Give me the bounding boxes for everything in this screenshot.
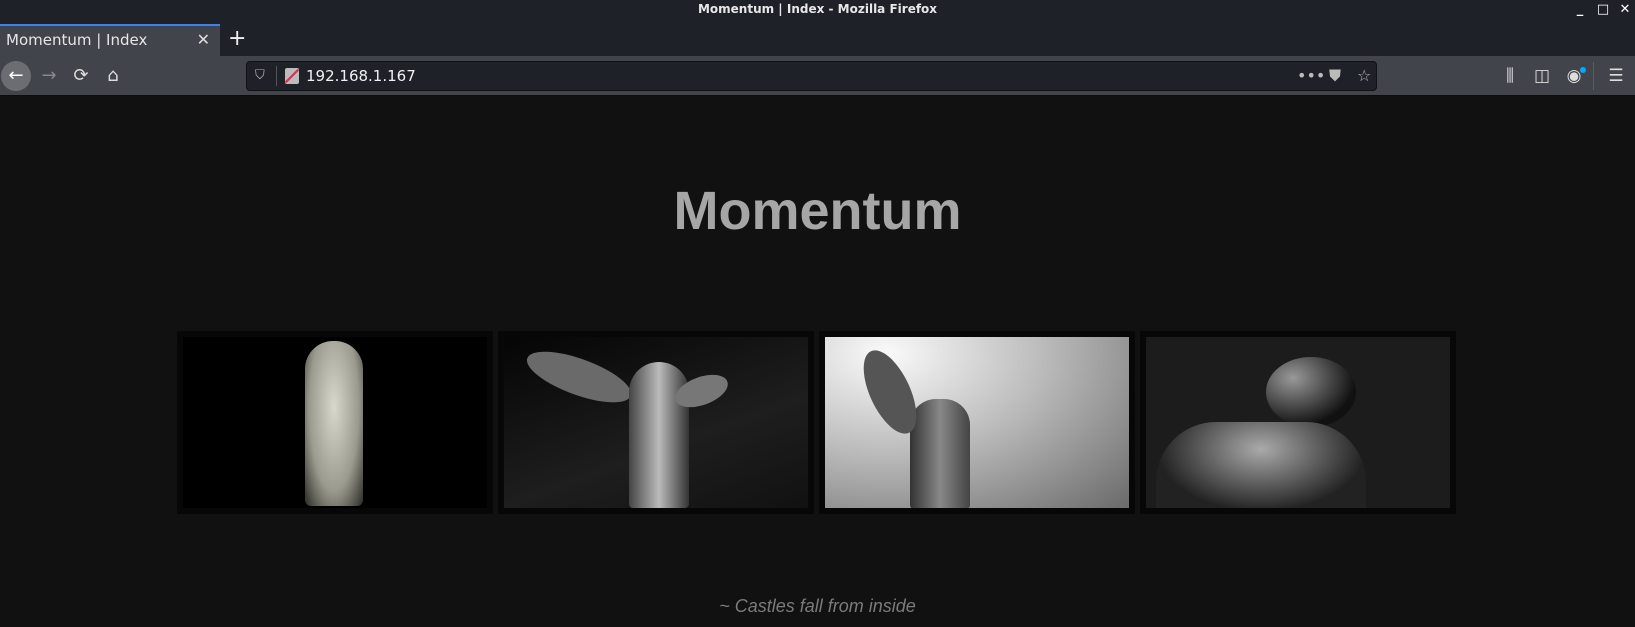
page-title: Momentum [673,181,962,241]
gargoyle-image [183,337,487,508]
gallery-image-3 [819,331,1135,514]
tab-bar: Momentum | Index ✕ + [0,24,1635,56]
insecure-lock-icon[interactable] [285,68,299,84]
statue-silhouette-image [1146,337,1450,508]
back-button[interactable]: ← [1,61,31,91]
sidebar-icon[interactable]: ◫ [1529,61,1555,91]
quote-text: ~ Castles fall from inside [719,596,916,616]
nav-toolbar: ← → ⟳ ⌂ ⛉ 192.168.1.167 ••• ⛊ ☆ ⫼ ◫ ◉ ☰ [0,56,1635,96]
gallery-image-4 [1140,331,1456,514]
window-title: Momentum | Index - Mozilla Firefox [697,2,938,16]
tab-momentum-index[interactable]: Momentum | Index ✕ [0,24,220,56]
shield-icon[interactable]: ⛉ [255,62,271,90]
account-icon[interactable]: ◉ [1561,61,1587,91]
more-icon[interactable]: ••• [1297,62,1325,90]
tab-label: Momentum | Index [6,31,148,49]
home-button[interactable]: ⌂ [98,61,128,91]
divider [276,66,277,86]
notification-dot [1580,67,1586,73]
close-window-icon[interactable]: ✕ [1617,2,1633,18]
angel-book-image [504,337,808,508]
url-text[interactable]: 192.168.1.167 [306,62,416,90]
menu-icon[interactable]: ☰ [1603,61,1629,91]
reload-button[interactable]: ⟳ [66,61,96,91]
pocket-icon[interactable]: ⛊ [1329,62,1341,90]
address-bar[interactable]: ⛉ 192.168.1.167 ••• ⛊ ☆ [246,61,1377,91]
new-tab-button[interactable]: + [228,24,248,56]
bookmark-star-icon[interactable]: ☆ [1357,62,1371,90]
minimize-icon[interactable]: _ [1572,2,1588,18]
library-icon[interactable]: ⫼ [1497,61,1523,91]
forward-button[interactable]: → [34,61,64,91]
maximize-icon[interactable]: □ [1595,2,1611,18]
window-titlebar: Momentum | Index - Mozilla Firefox _ □ ✕ [0,0,1635,24]
divider [1593,62,1594,90]
gallery-image-2 [498,331,814,514]
angels-sky-image [825,337,1129,508]
gallery-image-1 [177,331,493,514]
close-tab-icon[interactable]: ✕ [197,26,210,54]
